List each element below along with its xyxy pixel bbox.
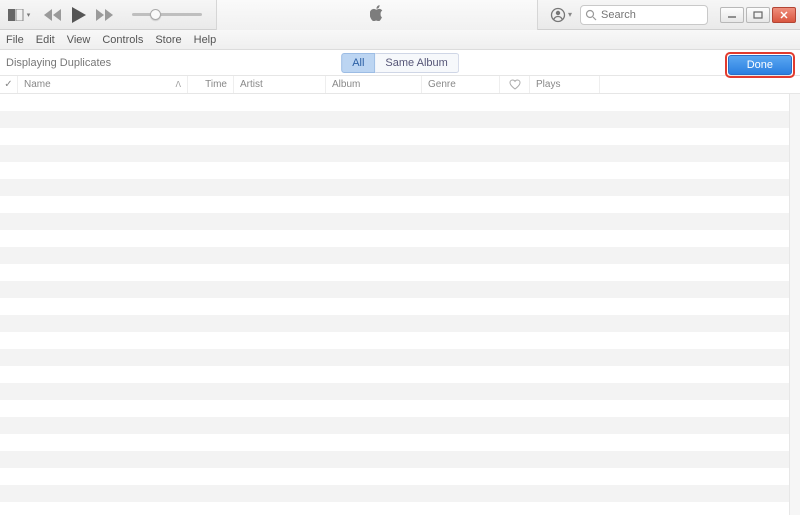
table-row	[0, 485, 800, 502]
search-icon	[585, 9, 597, 21]
table-row	[0, 400, 800, 417]
column-check[interactable]: ✓	[0, 76, 18, 93]
column-plays[interactable]: Plays	[530, 76, 600, 93]
account-menu[interactable]: ▾	[550, 7, 572, 23]
table-row	[0, 264, 800, 281]
menu-bar: File Edit View Controls Store Help	[0, 30, 800, 50]
apple-logo-icon	[370, 5, 384, 24]
filter-same-album-button[interactable]: Same Album	[375, 53, 458, 73]
status-label: Displaying Duplicates	[0, 57, 111, 69]
table-row	[0, 145, 800, 162]
table-row	[0, 111, 800, 128]
column-time[interactable]: Time	[188, 76, 234, 93]
track-list	[0, 94, 800, 515]
now-playing-display	[216, 0, 538, 30]
next-track-button[interactable]	[96, 9, 114, 21]
search-input[interactable]	[601, 9, 703, 21]
playback-controls	[44, 7, 114, 23]
sort-ascending-icon: ᐱ	[176, 80, 181, 89]
table-row	[0, 128, 800, 145]
column-name[interactable]: Name ᐱ	[18, 76, 188, 93]
table-row	[0, 213, 800, 230]
table-row	[0, 502, 800, 515]
menu-store[interactable]: Store	[155, 34, 181, 46]
table-row	[0, 366, 800, 383]
table-row	[0, 383, 800, 400]
table-row	[0, 434, 800, 451]
table-row	[0, 94, 800, 111]
prev-track-button[interactable]	[44, 9, 62, 21]
table-row	[0, 468, 800, 485]
filter-all-button[interactable]: All	[341, 53, 375, 73]
table-row	[0, 196, 800, 213]
player-toolbar: ▾ ▾	[0, 0, 800, 30]
table-row	[0, 349, 800, 366]
table-row	[0, 281, 800, 298]
window-close-button[interactable]	[772, 7, 796, 23]
table-row	[0, 162, 800, 179]
column-headers: ✓ Name ᐱ Time Artist Album Genre Plays	[0, 76, 800, 94]
column-genre[interactable]: Genre	[422, 76, 500, 93]
column-name-label: Name	[24, 79, 51, 90]
volume-slider[interactable]	[132, 13, 202, 16]
column-artist[interactable]: Artist	[234, 76, 326, 93]
menu-controls[interactable]: Controls	[102, 34, 143, 46]
menu-view[interactable]: View	[67, 34, 91, 46]
view-switcher[interactable]: ▾	[6, 5, 32, 25]
done-highlight: Done	[725, 52, 795, 78]
table-row	[0, 315, 800, 332]
table-row	[0, 417, 800, 434]
column-album[interactable]: Album	[326, 76, 422, 93]
view-header: Displaying Duplicates All Same Album Don…	[0, 50, 800, 76]
table-row	[0, 247, 800, 264]
window-maximize-button[interactable]	[746, 7, 770, 23]
window-minimize-button[interactable]	[720, 7, 744, 23]
table-row	[0, 179, 800, 196]
table-row	[0, 230, 800, 247]
menu-help[interactable]: Help	[194, 34, 217, 46]
table-row	[0, 451, 800, 468]
table-row	[0, 332, 800, 349]
search-field[interactable]	[580, 5, 708, 25]
table-row	[0, 298, 800, 315]
menu-file[interactable]: File	[6, 34, 24, 46]
done-button[interactable]: Done	[728, 55, 792, 75]
menu-edit[interactable]: Edit	[36, 34, 55, 46]
vertical-scrollbar[interactable]	[789, 94, 800, 515]
heart-icon	[509, 79, 521, 90]
duplicate-filter-segment: All Same Album	[341, 53, 459, 73]
play-button[interactable]	[72, 7, 86, 23]
column-love[interactable]	[500, 76, 530, 93]
